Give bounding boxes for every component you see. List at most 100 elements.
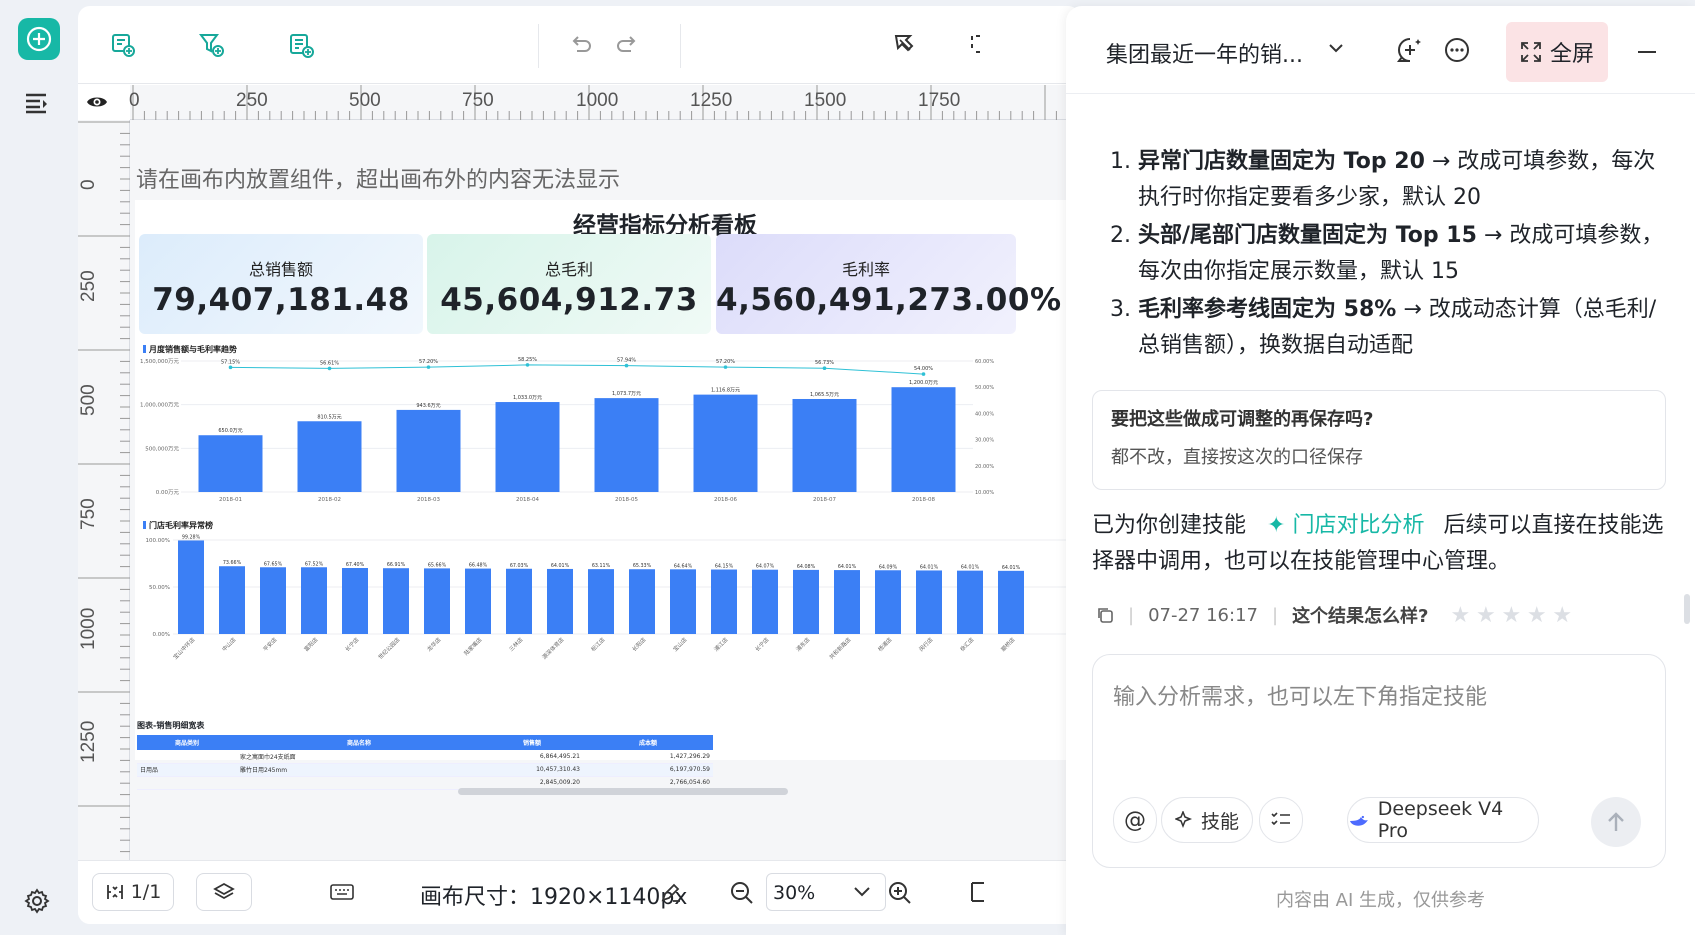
bar-value-label: 1,073.7万元 bbox=[612, 391, 641, 397]
panel-scrollbar[interactable] bbox=[1684, 594, 1690, 624]
line-point[interactable] bbox=[822, 366, 827, 371]
line-value-label: 58.25% bbox=[518, 357, 537, 363]
bar[interactable] bbox=[711, 569, 737, 634]
bar[interactable] bbox=[198, 435, 263, 492]
bar[interactable] bbox=[792, 398, 857, 492]
add-filter-icon[interactable] bbox=[198, 32, 224, 58]
chat-input-box[interactable]: 输入分析需求，也可以左下角指定技能 @ 技能 Deepseek V4 Pro bbox=[1092, 654, 1666, 868]
bar[interactable] bbox=[752, 569, 778, 634]
store-margin-chart[interactable]: 100.00% 50.00% 0.00% 99.28% 宝山中环店 73.66% 中山店 67… bbox=[135, 532, 1080, 682]
minimize-icon[interactable] bbox=[1638, 50, 1656, 54]
line-point[interactable] bbox=[327, 366, 332, 371]
canvas-area[interactable]: 请在画布内放置组件，超出画布外的内容无法显示 经营指标分析看板 总销售额 79,… bbox=[130, 120, 1080, 860]
line-point[interactable] bbox=[228, 365, 233, 370]
table-row[interactable]: 家之寓面巾24支纸面 6,864,495.21 1,427,296.29 bbox=[137, 750, 713, 764]
session-title[interactable]: 集团最近一年的销... bbox=[1106, 37, 1303, 69]
kpi-card-margin-rate[interactable]: 毛利率 4,560,491,273.00% bbox=[716, 234, 1061, 334]
star-icon[interactable]: ★ bbox=[1552, 603, 1572, 628]
table-row[interactable]: 日用品 雕竹日用245mm 10,457,310.43 6,197,970.59 bbox=[137, 763, 713, 777]
bar[interactable] bbox=[396, 409, 461, 492]
rating-stars[interactable]: ★ ★ ★ ★ ★ bbox=[1451, 603, 1573, 628]
edit-pencil-icon[interactable] bbox=[660, 883, 682, 903]
undo-icon[interactable] bbox=[568, 32, 594, 58]
ruler-label: 1000 bbox=[78, 607, 99, 650]
layers-button[interactable] bbox=[196, 873, 252, 911]
keyboard-icon[interactable] bbox=[330, 883, 354, 901]
checklist-button[interactable] bbox=[1259, 797, 1303, 843]
question-card: 要把这些做成可调整的再保存吗? 都不改，直接按这次的口径保存 bbox=[1092, 390, 1666, 490]
zoom-in-icon[interactable] bbox=[888, 881, 912, 905]
line-point[interactable] bbox=[921, 372, 926, 376]
line-point[interactable] bbox=[624, 363, 629, 368]
bar[interactable] bbox=[834, 570, 860, 634]
horizontal-scrollbar[interactable] bbox=[458, 788, 788, 795]
bar[interactable] bbox=[588, 569, 614, 634]
bar[interactable] bbox=[594, 398, 659, 492]
add-component-icon[interactable] bbox=[110, 32, 136, 58]
bar[interactable] bbox=[670, 569, 696, 634]
bar[interactable] bbox=[693, 394, 758, 492]
bar[interactable] bbox=[383, 568, 409, 634]
line-value-label: 56.61% bbox=[320, 360, 339, 366]
bar[interactable] bbox=[342, 568, 368, 634]
bar[interactable] bbox=[424, 568, 450, 634]
bar[interactable] bbox=[793, 569, 819, 634]
bar[interactable] bbox=[506, 568, 532, 634]
new-chat-icon[interactable] bbox=[1396, 36, 1424, 64]
dashboard-board[interactable]: 经营指标分析看板 总销售额 79,407,181.48 总毛利 45,604,9… bbox=[135, 200, 1080, 760]
visibility-eye-icon[interactable] bbox=[86, 94, 108, 110]
mention-button[interactable]: @ bbox=[1113, 797, 1157, 843]
select-grid-icon[interactable] bbox=[970, 32, 984, 58]
bar[interactable] bbox=[495, 402, 560, 492]
x-tick-label: 龙华店 bbox=[425, 635, 443, 653]
kpi-card-gross-profit[interactable]: 总毛利 45,604,912.73 bbox=[427, 234, 711, 334]
redo-icon[interactable] bbox=[614, 32, 640, 58]
bar[interactable] bbox=[297, 421, 362, 492]
bar-value-label: 64.01% bbox=[920, 564, 939, 570]
bar[interactable] bbox=[875, 570, 901, 634]
monthly-sales-chart[interactable]: 1,500,000万元 1,000,000万元 500,000万元 0.00万元 60.… bbox=[135, 355, 1080, 505]
bar[interactable] bbox=[219, 566, 245, 634]
line-point[interactable] bbox=[525, 363, 530, 367]
format-brush-icon[interactable] bbox=[892, 32, 918, 58]
zoom-out-icon[interactable] bbox=[730, 881, 754, 905]
bar-value-label: 64.07% bbox=[756, 564, 775, 570]
settings-gear-icon[interactable] bbox=[24, 888, 50, 914]
star-icon[interactable]: ★ bbox=[1501, 603, 1521, 628]
bar[interactable] bbox=[178, 540, 204, 634]
line-point[interactable] bbox=[426, 365, 431, 369]
copy-icon[interactable] bbox=[1096, 606, 1114, 624]
more-options-icon[interactable] bbox=[1444, 37, 1470, 63]
bar[interactable] bbox=[465, 568, 491, 634]
fullscreen-button[interactable]: 全屏 bbox=[1506, 22, 1608, 82]
sales-detail-table[interactable]: 商品类别 商品名称 销售额 成本额 家之寓面巾24支纸面 6,864,495.2… bbox=[137, 735, 713, 790]
skill-button[interactable]: 技能 bbox=[1161, 797, 1253, 843]
star-icon[interactable]: ★ bbox=[1476, 603, 1496, 628]
bar[interactable] bbox=[957, 570, 983, 634]
line-point[interactable] bbox=[723, 365, 728, 369]
fit-screen-icon[interactable] bbox=[970, 881, 984, 903]
chat-input-placeholder[interactable]: 输入分析需求，也可以左下角指定技能 bbox=[1113, 679, 1487, 711]
x-tick-label: 浦江店 bbox=[712, 635, 730, 653]
add-icon[interactable] bbox=[18, 18, 60, 60]
send-button[interactable] bbox=[1591, 797, 1641, 847]
page-indicator-button[interactable]: 1/1 bbox=[92, 873, 174, 911]
bar[interactable] bbox=[891, 387, 956, 492]
zoom-select[interactable]: 30% bbox=[766, 873, 886, 911]
kpi-card-total-sales[interactable]: 总销售额 79,407,181.48 bbox=[139, 234, 423, 334]
skill-link[interactable]: 门店对比分析 bbox=[1292, 513, 1424, 538]
bar[interactable] bbox=[301, 567, 327, 634]
bar[interactable] bbox=[260, 567, 286, 634]
star-icon[interactable]: ★ bbox=[1527, 603, 1547, 628]
ruler-label: 1250 bbox=[78, 720, 99, 763]
add-table-icon[interactable] bbox=[288, 32, 314, 58]
star-icon[interactable]: ★ bbox=[1451, 603, 1471, 628]
chevron-down-icon[interactable] bbox=[1328, 42, 1344, 54]
bar[interactable] bbox=[629, 569, 655, 634]
x-tick-label: 松江店 bbox=[589, 635, 607, 653]
bar[interactable] bbox=[998, 570, 1024, 634]
outline-menu-icon[interactable] bbox=[24, 92, 50, 114]
bar[interactable] bbox=[916, 570, 942, 634]
model-select-button[interactable]: Deepseek V4 Pro bbox=[1347, 797, 1539, 843]
bar[interactable] bbox=[547, 568, 573, 634]
